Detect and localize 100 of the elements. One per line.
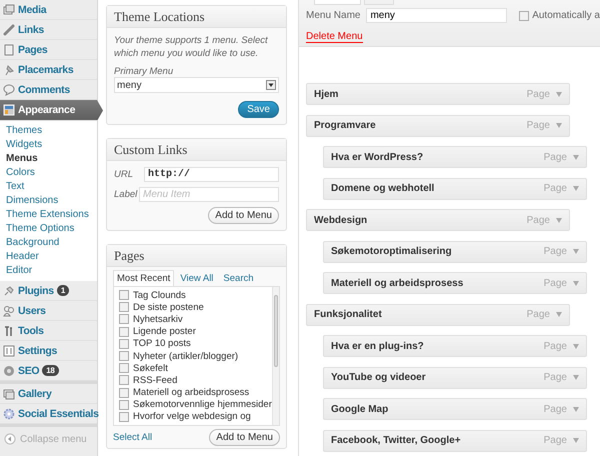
- tab[interactable]: Search: [219, 270, 258, 286]
- menu-item[interactable]: YouTube og videoer Page: [323, 366, 587, 388]
- checkbox[interactable]: [119, 326, 129, 337]
- item-type: Page: [544, 246, 567, 257]
- sidebar-item[interactable]: Settings: [0, 341, 97, 361]
- sidebar-item[interactable]: Placemarks: [0, 60, 97, 80]
- menu-name-field[interactable]: meny: [366, 8, 508, 23]
- item-type: Page: [526, 88, 550, 100]
- menu-item[interactable]: Søkemotoroptimalisering Page: [323, 240, 587, 262]
- count-badge: 18: [42, 365, 59, 376]
- checkbox-label: Materiell og arbeidsprosess: [133, 387, 250, 398]
- add-to-menu-button[interactable]: Add to Menu: [209, 429, 280, 446]
- sidebar-item[interactable]: Users: [0, 301, 97, 321]
- sidebar-item[interactable]: Tools: [0, 321, 97, 341]
- checkbox-label: TOP 10 posts: [133, 338, 191, 350]
- field-label: Label: [114, 189, 138, 200]
- sidebar-item[interactable]: Links: [0, 20, 97, 40]
- users-icon: [3, 304, 15, 316]
- submenu-item[interactable]: Editor: [0, 264, 97, 278]
- menu-item[interactable]: Programvare Page: [306, 114, 570, 136]
- menu-tab[interactable]: [364, 0, 394, 5]
- checkbox[interactable]: [119, 400, 129, 410]
- label-field[interactable]: Menu Item: [139, 187, 279, 202]
- checkbox[interactable]: [119, 290, 129, 300]
- menu-item-title: Hva er WordPress?: [331, 152, 424, 162]
- sidebar-item[interactable]: SEO 18: [0, 361, 97, 381]
- submenu-item[interactable]: Themes: [0, 124, 97, 138]
- menu-item-title: Webdesign: [314, 214, 368, 226]
- item-type: Page: [526, 120, 550, 131]
- menu-item-title: Funksjonalitet: [314, 309, 382, 320]
- item-type: Page: [526, 214, 550, 226]
- select-all-link[interactable]: Select All: [113, 432, 152, 444]
- checkbox[interactable]: [119, 314, 129, 324]
- checkbox-label: De siste postene: [133, 302, 204, 313]
- checkbox[interactable]: [119, 351, 129, 362]
- caret-icon: [556, 92, 562, 96]
- caret-icon: [573, 406, 579, 412]
- item-type: Page: [526, 309, 550, 320]
- item-type: Page: [544, 183, 567, 194]
- settings-icon: [3, 344, 15, 356]
- submenu-item[interactable]: Background: [0, 236, 97, 250]
- checkbox-label: Søkemotorvennlige hjemmesider: [133, 399, 272, 410]
- speech-bubble-icon: [3, 84, 15, 96]
- collapse-icon: [4, 433, 16, 445]
- add-to-menu-button[interactable]: Add to Menu: [208, 207, 279, 224]
- tab[interactable]: View All: [176, 270, 218, 286]
- menu-item[interactable]: Hva er en plug-ins? Page: [323, 335, 587, 357]
- menu-item[interactable]: Domene og webhotell Page: [323, 178, 587, 200]
- sidebar-item[interactable]: Media: [0, 0, 97, 20]
- menu-tab[interactable]: [314, 0, 361, 5]
- menu-item[interactable]: Hva er WordPress? Page: [323, 146, 587, 168]
- checkbox[interactable]: [119, 412, 129, 422]
- link-icon: [3, 24, 15, 36]
- submenu-item[interactable]: Theme Options: [0, 222, 97, 236]
- menu-item[interactable]: Materiell og arbeidsprosess Page: [323, 272, 587, 294]
- submenu-item[interactable]: Theme Extensions: [0, 208, 97, 222]
- sidebar-item[interactable]: Appearance: [0, 100, 103, 121]
- menu-select[interactable]: meny: [114, 77, 279, 93]
- window-icon: [3, 104, 15, 116]
- caret-icon: [573, 249, 579, 254]
- caret-icon: [573, 344, 579, 348]
- menu-item-title: Hjem: [314, 88, 338, 100]
- checkbox-label: Nyheter (artikler/blogger): [133, 350, 238, 362]
- sidebar-item[interactable]: Plugins 1: [0, 281, 97, 301]
- menu-item[interactable]: Facebook, Twitter, Google+ Page: [323, 430, 587, 452]
- submenu-item[interactable]: Header: [0, 250, 97, 264]
- menu-item-title: Domene og webhotell: [331, 183, 434, 194]
- checkbox[interactable]: [519, 10, 530, 20]
- checkbox[interactable]: [119, 302, 129, 312]
- item-type: Page: [544, 404, 567, 414]
- sidebar-item[interactable]: Gallery: [0, 384, 97, 404]
- menu-item[interactable]: Hjem Page: [306, 83, 570, 105]
- caret-icon: [573, 154, 579, 160]
- menu-item[interactable]: Funksjonalitet Page: [306, 304, 570, 326]
- item-type: Page: [544, 372, 567, 383]
- checkbox-label: Søkefelt: [133, 362, 168, 374]
- checkbox[interactable]: [119, 388, 129, 398]
- submenu-item[interactable]: Widgets: [0, 138, 97, 152]
- menu-item[interactable]: Google Map Page: [323, 398, 587, 420]
- submenu-item[interactable]: Dimensions: [0, 194, 97, 208]
- sidebar-item[interactable]: Social Essentials: [0, 404, 97, 424]
- checkbox[interactable]: [119, 375, 129, 386]
- caret-icon: [556, 218, 562, 222]
- menu-item[interactable]: Webdesign Page: [306, 209, 570, 231]
- gear-icon: [3, 408, 15, 420]
- checkbox[interactable]: [119, 338, 129, 349]
- submenu-item[interactable]: Text: [0, 180, 97, 194]
- menu-item-title: Materiell og arbeidsprosess: [331, 278, 464, 288]
- submenu-item[interactable]: Colors: [0, 166, 97, 180]
- submenu-item[interactable]: Menus: [0, 152, 97, 166]
- sidebar-item[interactable]: Pages: [0, 40, 97, 60]
- url-field[interactable]: http://: [144, 167, 279, 182]
- delete-menu-link[interactable]: Delete Menu: [306, 31, 363, 43]
- count-badge: 1: [56, 285, 69, 296]
- checkbox-label: Automatically a: [532, 10, 600, 21]
- caret-icon: [556, 123, 562, 128]
- save-button[interactable]: Save: [238, 101, 279, 118]
- checkbox-label: Hvorfor velge webdesign og: [133, 411, 251, 422]
- checkbox[interactable]: [119, 363, 129, 374]
- tab[interactable]: Most Recent: [113, 270, 174, 286]
